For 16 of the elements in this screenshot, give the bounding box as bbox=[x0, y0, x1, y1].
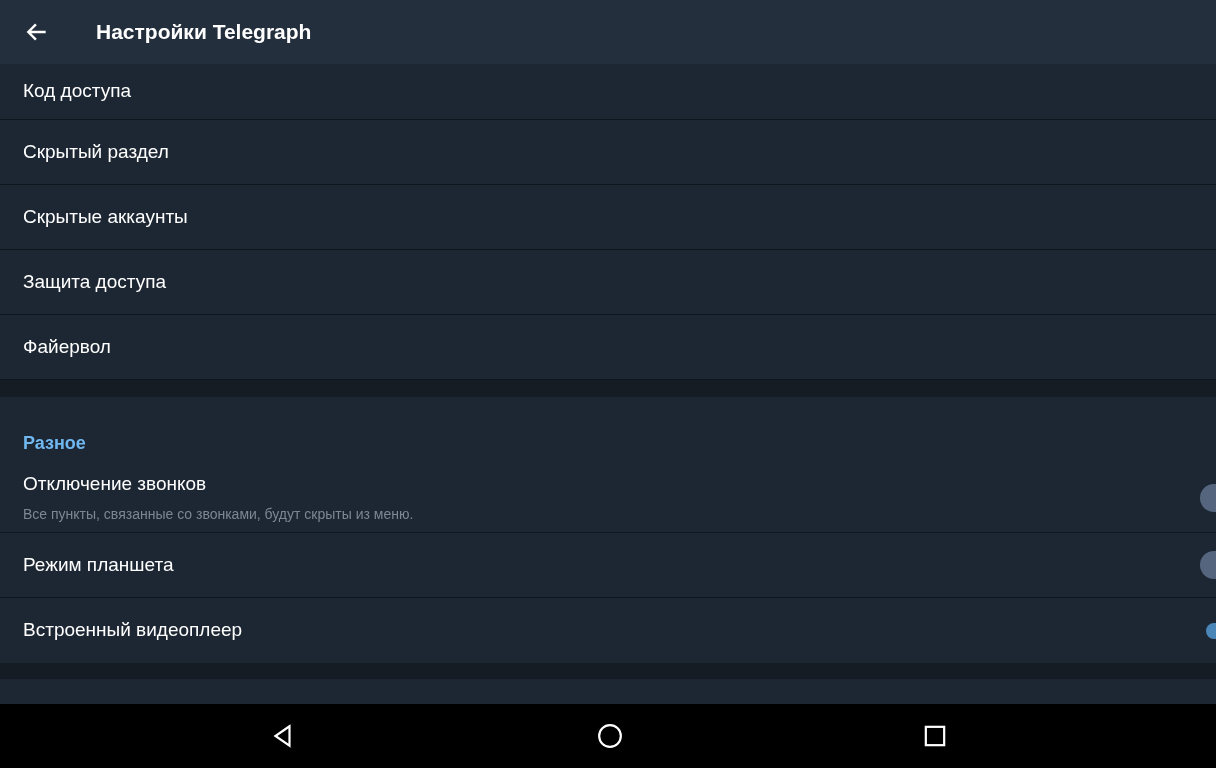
home-circle-icon[interactable] bbox=[597, 723, 623, 749]
screen-title: Настройки Telegraph bbox=[96, 19, 312, 46]
settings-item[interactable]: Файервол bbox=[0, 315, 1216, 380]
toggle-switch[interactable] bbox=[1206, 622, 1216, 639]
setting-label: Отключение звонков bbox=[23, 471, 208, 496]
setting-label: Встроенный видеоплеер bbox=[23, 618, 243, 643]
setting-label: Режим планшета bbox=[23, 552, 174, 577]
settings-item[interactable]: Скрытые аккаунты bbox=[0, 185, 1216, 250]
settings-item[interactable]: Скрытый раздел bbox=[0, 120, 1216, 185]
settings-item[interactable]: Код доступа bbox=[0, 64, 1216, 120]
toggle-switch[interactable] bbox=[1200, 551, 1216, 579]
settings-item[interactable]: Защита доступа bbox=[0, 250, 1216, 315]
setting-description: Все пункты, связанные со звонками, будут скрыты из меню. bbox=[23, 505, 414, 525]
toggle-switch[interactable] bbox=[1200, 483, 1216, 512]
section-header: Разное bbox=[23, 432, 86, 455]
recents-square-icon[interactable] bbox=[923, 725, 946, 747]
